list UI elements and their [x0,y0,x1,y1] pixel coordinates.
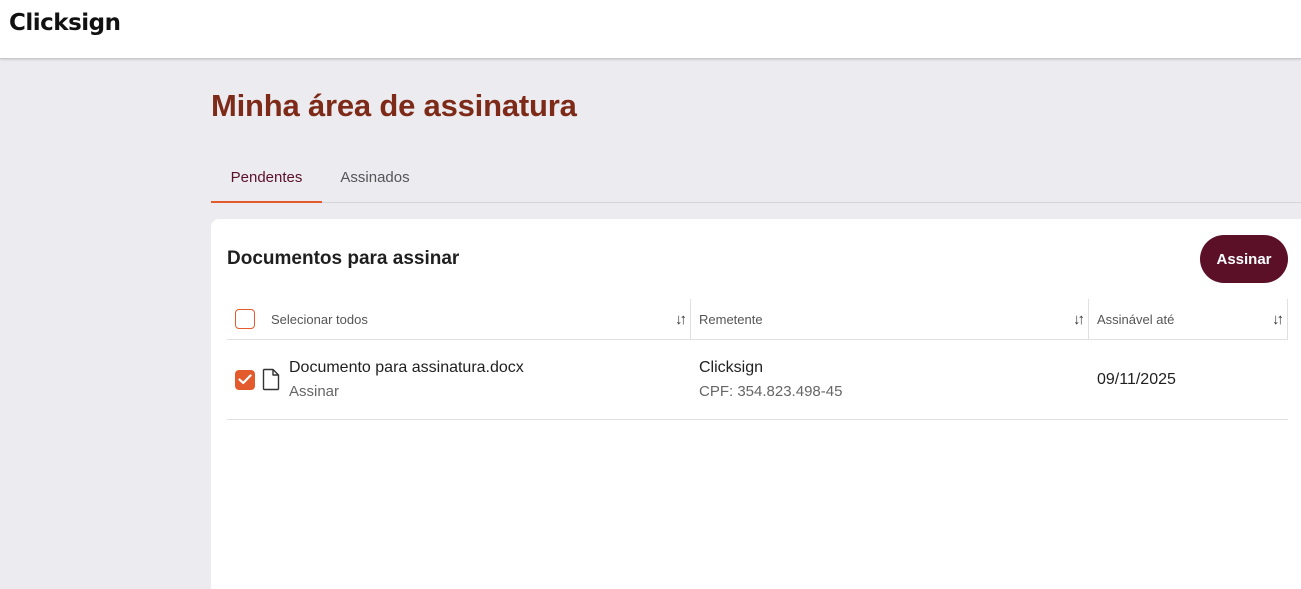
sender-column-label: Remetente [699,312,763,327]
document-name[interactable]: Documento para assinatura.docx [289,359,524,377]
row-checkbox[interactable] [235,370,255,390]
sender-cpf: CPF: 354.823.498-45 [699,383,843,400]
sender-name: Clicksign [699,359,764,376]
sign-button[interactable]: Assinar [1200,235,1288,283]
table-row[interactable]: Documento para assinatura.docx Assinar C… [227,340,1288,420]
sort-arrows-icon[interactable]: ↓↑ [1272,299,1284,340]
signable-until-date: 09/11/2025 [1097,371,1176,388]
top-bar: Clicksign [0,0,1301,59]
select-all-checkbox[interactable] [235,309,255,329]
tab-assinados[interactable]: Assinados [322,158,428,203]
tab-pendentes[interactable]: Pendentes [211,158,322,203]
deadline-column-label: Assinável até [1097,312,1175,327]
page-title: Minha área de assinatura [211,88,577,123]
document-icon [262,368,280,391]
checkmark-icon [238,374,252,385]
card-title: Documentos para assinar [227,248,460,269]
select-all-label: Selecionar todos [271,312,368,327]
column-header-sender: Remetente ↓↑ [690,299,1088,340]
tabs: Pendentes Assinados [211,158,1301,203]
documents-card: Documentos para assinar Assinar Selecion… [211,219,1301,589]
column-header-deadline: Assinável até ↓↑ [1088,299,1288,340]
clicksign-logo[interactable]: Clicksign [9,10,121,36]
sort-arrows-icon[interactable]: ↓↑ [675,299,687,340]
table-header: Selecionar todos ↓↑ Remetente ↓↑ Assináv… [227,299,1288,340]
document-action: Assinar [289,383,340,400]
sort-arrows-icon[interactable]: ↓↑ [1073,299,1085,340]
column-header-select-all: Selecionar todos ↓↑ [227,299,690,340]
